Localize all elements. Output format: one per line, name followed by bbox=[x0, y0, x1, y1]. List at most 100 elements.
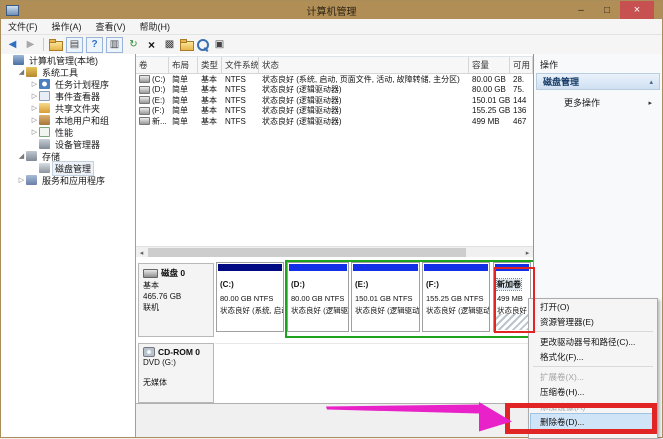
partition-text: 新加卷499 MB状态良好 ( bbox=[494, 272, 530, 316]
partition-text: (E:)150.01 GB NTFS状态良好 (逻辑驱动器) bbox=[352, 272, 419, 316]
cell-capacity: 150.01 GB bbox=[469, 96, 510, 105]
list-view-button-icon[interactable]: ▤ bbox=[66, 37, 83, 53]
table-row[interactable]: (E:)简单基本NTFS状态良好 (逻辑驱动器)150.01 GB144 bbox=[136, 95, 533, 106]
sidebar-item-local-users-groups[interactable]: ▷本地用户和组 bbox=[1, 114, 135, 126]
column-header-free[interactable]: 可用 bbox=[510, 57, 533, 73]
partition-status: 状态良好 (逻辑驱动器) bbox=[355, 305, 419, 316]
toolbar-separator bbox=[43, 38, 44, 51]
toolbar: ◀▶ ▤?▥↻×▩ ▣ bbox=[1, 35, 662, 55]
minimize-button[interactable]: – bbox=[568, 1, 594, 19]
column-header-fs[interactable]: 文件系统 bbox=[222, 57, 259, 73]
menu-item-view[interactable]: 查看(V) bbox=[89, 20, 133, 33]
cdrom-empty-area bbox=[215, 343, 533, 404]
tree-expander-icon[interactable]: ▷ bbox=[30, 104, 39, 112]
back-button-icon[interactable]: ◀ bbox=[5, 38, 20, 52]
column-header-status[interactable]: 状态 bbox=[259, 57, 469, 73]
tree-expander-icon[interactable]: ▷ bbox=[17, 176, 26, 184]
context-menu-item-add-mirror: 添加镜像(A) bbox=[531, 399, 655, 414]
sidebar-item-performance[interactable]: ▷性能 bbox=[1, 126, 135, 138]
sidebar-item-event-viewer[interactable]: ▷事件查看器 bbox=[1, 90, 135, 102]
help-button-icon[interactable]: ? bbox=[86, 37, 103, 53]
title-bar: 计算机管理 – □ × bbox=[1, 1, 662, 19]
context-menu-item-delete-volume[interactable]: 删除卷(D)... bbox=[531, 414, 655, 429]
cdrom-label[interactable]: CD-ROM 0 DVD (G:) 无媒体 bbox=[138, 343, 214, 403]
cell-capacity: 155.25 GB bbox=[469, 106, 510, 115]
storage-icon bbox=[26, 151, 37, 161]
actions-section-disk-management[interactable]: 磁盘管理 ▴ bbox=[536, 73, 660, 90]
table-row[interactable]: 新...简单基本NTFS状态良好 (逻辑驱动器)499 MB467 bbox=[136, 116, 533, 127]
sidebar-tree: 计算机管理(本地)◢系统工具▷任务计划程序▷事件查看器▷共享文件夹▷本地用户和组… bbox=[1, 54, 136, 437]
cell-free: 75. bbox=[510, 85, 533, 94]
delete-x-button-icon[interactable]: × bbox=[144, 38, 159, 52]
cell-status: 状态良好 (逻辑驱动器) bbox=[259, 95, 469, 106]
partition-type-band bbox=[289, 264, 347, 271]
partition-c[interactable]: (C:)80.00 GB NTFS状态良好 (系统, 启动, 页面文件 bbox=[216, 262, 284, 332]
partition-status: 状态良好 (系统, 启动, 页面文件 bbox=[220, 305, 283, 316]
tree-expander-icon[interactable]: ▷ bbox=[30, 128, 39, 136]
table-row[interactable]: (D:)简单基本NTFS状态良好 (逻辑驱动器)80.00 GB75. bbox=[136, 85, 533, 96]
column-header-volume[interactable]: 卷 bbox=[136, 57, 169, 73]
partition-text: (C:)80.00 GB NTFS状态良好 (系统, 启动, 页面文件 bbox=[217, 272, 283, 316]
context-menu-item-open[interactable]: 打开(O) bbox=[531, 299, 655, 314]
partition-d[interactable]: (D:)80.00 GB NTFS状态良好 (逻辑驱动器) bbox=[287, 262, 349, 332]
context-menu-item-explorer[interactable]: 资源管理器(E) bbox=[531, 314, 655, 329]
cell-volume: (F:) bbox=[136, 106, 169, 115]
cell-status: 状态良好 (逻辑驱动器) bbox=[259, 116, 469, 127]
partition-new-volume[interactable]: 新加卷499 MB状态良好 ( bbox=[493, 262, 531, 332]
context-menu-item-format[interactable]: 格式化(F)... bbox=[531, 349, 655, 364]
cdrom-drive: DVD (G:) bbox=[143, 358, 213, 367]
cell-layout: 简单 bbox=[169, 116, 198, 127]
computer-management-window: 计算机管理 – □ × 文件(F)操作(A)查看(V)帮助(H) ◀▶▤?▥↻×… bbox=[0, 0, 663, 438]
actions-title: 操作 bbox=[534, 54, 662, 71]
open-folder-button-icon[interactable] bbox=[180, 41, 194, 51]
forward-button-icon[interactable]: ▶ bbox=[23, 38, 38, 52]
close-button[interactable]: × bbox=[620, 1, 654, 19]
tree-expander-icon[interactable]: ◢ bbox=[17, 152, 26, 160]
sidebar-item-device-manager[interactable]: 设备管理器 bbox=[1, 138, 135, 150]
services-icon bbox=[26, 175, 37, 185]
more-actions-item[interactable]: 更多操作 ▸ bbox=[536, 95, 660, 110]
disk0-label[interactable]: 磁盘 0 基本 465.76 GB 联机 bbox=[138, 263, 214, 337]
column-header-type[interactable]: 类型 bbox=[198, 57, 222, 73]
sidebar-item-disk-management[interactable]: 磁盘管理 bbox=[1, 162, 135, 174]
context-menu-item-change-letter[interactable]: 更改驱动器号和路径(C)... bbox=[531, 334, 655, 349]
sidebar-item-computer-management[interactable]: 计算机管理(本地) bbox=[1, 54, 135, 66]
column-header-layout[interactable]: 布局 bbox=[169, 57, 198, 73]
tree-expander-icon[interactable]: ◢ bbox=[17, 68, 26, 76]
cell-layout: 简单 bbox=[169, 105, 198, 116]
refresh-button-icon[interactable]: ↻ bbox=[126, 38, 141, 52]
cdrom-status: 无媒体 bbox=[143, 377, 213, 388]
cell-fs: NTFS bbox=[222, 85, 259, 94]
menu-item-action[interactable]: 操作(A) bbox=[45, 20, 89, 33]
sidebar-item-shared-folders[interactable]: ▷共享文件夹 bbox=[1, 102, 135, 114]
table-row[interactable]: (C:)简单基本NTFS状态良好 (系统, 启动, 页面文件, 活动, 故障转储… bbox=[136, 74, 533, 85]
sidebar-item-task-scheduler[interactable]: ▷任务计划程序 bbox=[1, 78, 135, 90]
scrollbar-thumb[interactable] bbox=[148, 248, 466, 257]
properties-button-icon[interactable]: ▩ bbox=[162, 38, 177, 52]
tree-expander-icon[interactable]: ▷ bbox=[30, 80, 39, 88]
window-view-button-icon[interactable]: ▥ bbox=[106, 37, 123, 53]
up-folder-button-icon[interactable] bbox=[49, 41, 63, 51]
find-button-icon[interactable] bbox=[197, 39, 209, 51]
sidebar-item-services-apps[interactable]: ▷服务和应用程序 bbox=[1, 174, 135, 186]
partition-size: 150.01 GB NTFS bbox=[355, 294, 419, 303]
context-menu-item-shrink-volume[interactable]: 压缩卷(H)... bbox=[531, 384, 655, 399]
partition-e[interactable]: (E:)150.01 GB NTFS状态良好 (逻辑驱动器) bbox=[351, 262, 420, 332]
tree-expander-icon[interactable]: ▷ bbox=[30, 116, 39, 124]
column-header-capacity[interactable]: 容量 bbox=[469, 57, 510, 73]
table-row[interactable]: (F:)简单基本NTFS状态良好 (逻辑驱动器)155.25 GB136 bbox=[136, 106, 533, 117]
sidebar-item-system-tools[interactable]: ◢系统工具 bbox=[1, 66, 135, 78]
menu-item-help[interactable]: 帮助(H) bbox=[133, 20, 178, 33]
maximize-button[interactable]: □ bbox=[594, 1, 620, 19]
collapse-icon[interactable]: ▴ bbox=[649, 78, 653, 86]
menu-item-file[interactable]: 文件(F) bbox=[1, 20, 45, 33]
partition-f[interactable]: (F:)155.25 GB NTFS状态良好 (逻辑驱动器) bbox=[422, 262, 490, 332]
partition-name: (C:) bbox=[220, 280, 234, 289]
cell-type: 基本 bbox=[198, 116, 222, 127]
volume-icon bbox=[139, 75, 150, 83]
partition-name: 新加卷 bbox=[497, 279, 521, 290]
disk-actions-button-icon[interactable]: ▣ bbox=[212, 38, 227, 52]
sidebar-item-storage[interactable]: ◢存储 bbox=[1, 150, 135, 162]
partition-size: 499 MB bbox=[497, 294, 530, 303]
tree-expander-icon[interactable]: ▷ bbox=[30, 92, 39, 100]
